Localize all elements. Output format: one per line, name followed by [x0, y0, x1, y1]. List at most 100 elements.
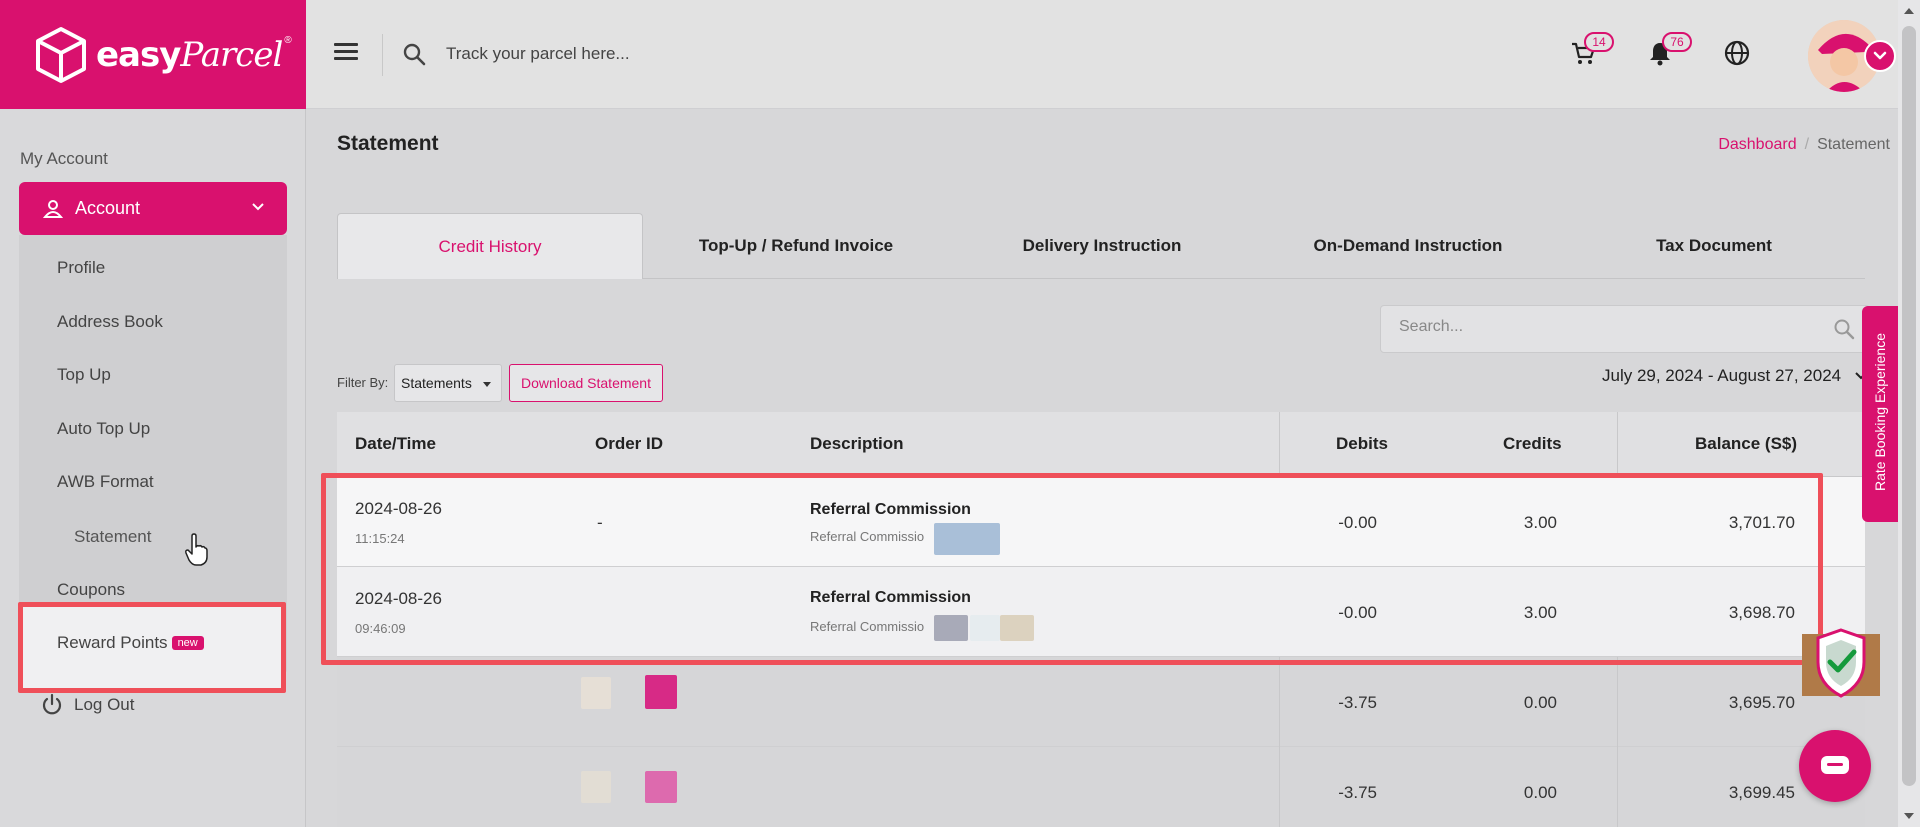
chat-icon — [1821, 756, 1849, 774]
table-row[interactable]: 2024-08-26 09:46:09 Referral Commission … — [337, 567, 1865, 657]
profile-menu-toggle[interactable] — [1864, 40, 1896, 72]
row-date: 2024-08-26 — [355, 589, 442, 608]
col-credits: Credits — [1503, 434, 1562, 453]
scroll-up-arrow-icon[interactable] — [1904, 8, 1914, 14]
row-description-sub: Referral Commissio — [810, 529, 925, 544]
chevron-down-icon — [1873, 51, 1887, 60]
blurred-content — [645, 771, 677, 803]
divider — [1279, 657, 1280, 747]
brand-logo[interactable]: easyParcel ® — [0, 0, 306, 109]
blurred-content — [1000, 615, 1034, 641]
sidebar-item-profile[interactable]: Profile — [57, 258, 105, 278]
col-date-time: Date/Time — [355, 434, 436, 453]
tab-delivery-instruction[interactable]: Delivery Instruction — [949, 213, 1255, 279]
menu-icon[interactable] — [334, 43, 358, 61]
row-balance: 3,698.70 — [1728, 603, 1795, 622]
tab-on-demand-instruction[interactable]: On-Demand Instruction — [1255, 213, 1561, 279]
rate-booking-label: Rate Booking Experience — [1872, 333, 1888, 491]
breadcrumb-dashboard-link[interactable]: Dashboard — [1718, 136, 1796, 153]
caret-down-icon — [483, 382, 491, 387]
easycover-shield-icon[interactable] — [1800, 628, 1882, 704]
blurred-content — [645, 675, 677, 709]
search-icon[interactable] — [1833, 318, 1855, 340]
sidebar-item-address-book[interactable]: Address Book — [57, 312, 163, 332]
tab-tax-document[interactable]: Tax Document — [1561, 213, 1867, 279]
search-icon — [403, 43, 426, 66]
blurred-content — [970, 615, 1000, 641]
rate-booking-tab[interactable]: Rate Booking Experience — [1862, 306, 1898, 522]
table-row[interactable]: -3.75 0.00 3,695.70 — [337, 657, 1865, 747]
filter-selected-value: Statements — [401, 375, 472, 391]
top-bar: 14 76 — [306, 0, 1920, 109]
row-debits: -3.75 — [1338, 693, 1377, 712]
row-credits: 0.00 — [1523, 693, 1557, 712]
divider — [1617, 747, 1618, 827]
filter-select[interactable]: Statements — [394, 364, 502, 402]
user-icon — [43, 199, 63, 218]
table-row[interactable]: 2024-08-26 11:15:24 - Referral Commissio… — [337, 477, 1865, 567]
brand-name: easyParcel — [96, 34, 283, 75]
breadcrumb-current: Statement — [1817, 136, 1890, 153]
divider — [1617, 657, 1618, 747]
row-balance: 3,701.70 — [1728, 513, 1795, 532]
cart-button[interactable]: 14 — [1570, 32, 1614, 71]
sidebar-item-label: Reward Points — [57, 633, 168, 652]
table-header: Date/Time Order ID Description Debits Cr… — [337, 412, 1865, 477]
col-description: Description — [810, 434, 904, 453]
tab-top-up-refund-invoice[interactable]: Top-Up / Refund Invoice — [643, 213, 949, 279]
col-debits: Debits — [1336, 434, 1388, 453]
tab-credit-history[interactable]: Credit History — [337, 213, 643, 279]
row-balance: 3,699.45 — [1728, 783, 1795, 802]
sidebar-item-account[interactable]: Account — [19, 182, 287, 235]
blurred-content — [934, 615, 968, 641]
divider — [1279, 747, 1280, 827]
logout-label: Log Out — [74, 695, 135, 714]
row-balance: 3,695.70 — [1728, 693, 1795, 712]
download-statement-button[interactable]: Download Statement — [509, 364, 663, 402]
sidebar-item-coupons[interactable]: Coupons — [57, 580, 125, 600]
chevron-down-icon — [252, 203, 264, 211]
blurred-content — [934, 523, 1000, 555]
statement-tabs: Credit History Top-Up / Refund Invoice D… — [337, 213, 1865, 279]
notifications-button[interactable]: 76 — [1648, 32, 1692, 71]
date-range-picker[interactable]: July 29, 2024 - August 27, 2024 — [1602, 366, 1868, 386]
sidebar-item-top-up[interactable]: Top Up — [57, 365, 111, 385]
row-credits: 3.00 — [1523, 513, 1557, 532]
brand-reg-mark: ® — [284, 35, 292, 46]
row-description-title: Referral Commission — [810, 501, 971, 518]
track-parcel-input[interactable] — [446, 36, 846, 72]
scrollbar-thumb[interactable] — [1902, 26, 1916, 786]
main-content: Statement Dashboard / Statement Credit His… — [307, 110, 1898, 827]
breadcrumb-separator: / — [1804, 136, 1810, 153]
search-input[interactable] — [1399, 318, 1799, 336]
row-credits: 0.00 — [1523, 783, 1557, 802]
statement-table: Date/Time Order ID Description Debits Cr… — [337, 412, 1865, 827]
statement-search — [1380, 305, 1870, 353]
row-debits: -0.00 — [1338, 513, 1377, 532]
row-order-id: - — [597, 513, 603, 532]
hand-cursor-icon — [185, 533, 208, 566]
cart-count-badge: 14 — [1584, 32, 1614, 52]
sidebar-item-statement[interactable]: Statement — [74, 527, 152, 547]
box-logo-icon — [36, 26, 86, 83]
sidebar-heading: My Account — [20, 149, 108, 168]
row-date: 2024-08-26 — [355, 499, 442, 518]
language-button[interactable] — [1724, 40, 1750, 71]
sidebar-item-reward-points[interactable]: Reward Points new — [57, 633, 204, 653]
sidebar-item-auto-top-up[interactable]: Auto Top Up — [57, 419, 150, 439]
logout-button[interactable]: Log Out — [40, 693, 135, 717]
breadcrumb: Dashboard / Statement — [1718, 136, 1890, 154]
globe-icon — [1724, 40, 1750, 66]
page-scrollbar[interactable] — [1898, 0, 1920, 827]
sidebar-item-label: Account — [75, 198, 141, 218]
row-credits: 3.00 — [1523, 603, 1557, 622]
chat-button[interactable] — [1799, 730, 1871, 802]
row-debits: -3.75 — [1338, 783, 1377, 802]
scroll-down-arrow-icon[interactable] — [1904, 813, 1914, 819]
page-title: Statement — [337, 132, 439, 155]
blurred-content — [581, 771, 611, 803]
sidebar-item-awb-format[interactable]: AWB Format — [57, 472, 154, 492]
col-balance: Balance (S$) — [1695, 434, 1798, 453]
row-description-sub: Referral Commissio — [810, 619, 925, 634]
table-row[interactable]: -3.75 0.00 3,699.45 — [337, 747, 1865, 827]
